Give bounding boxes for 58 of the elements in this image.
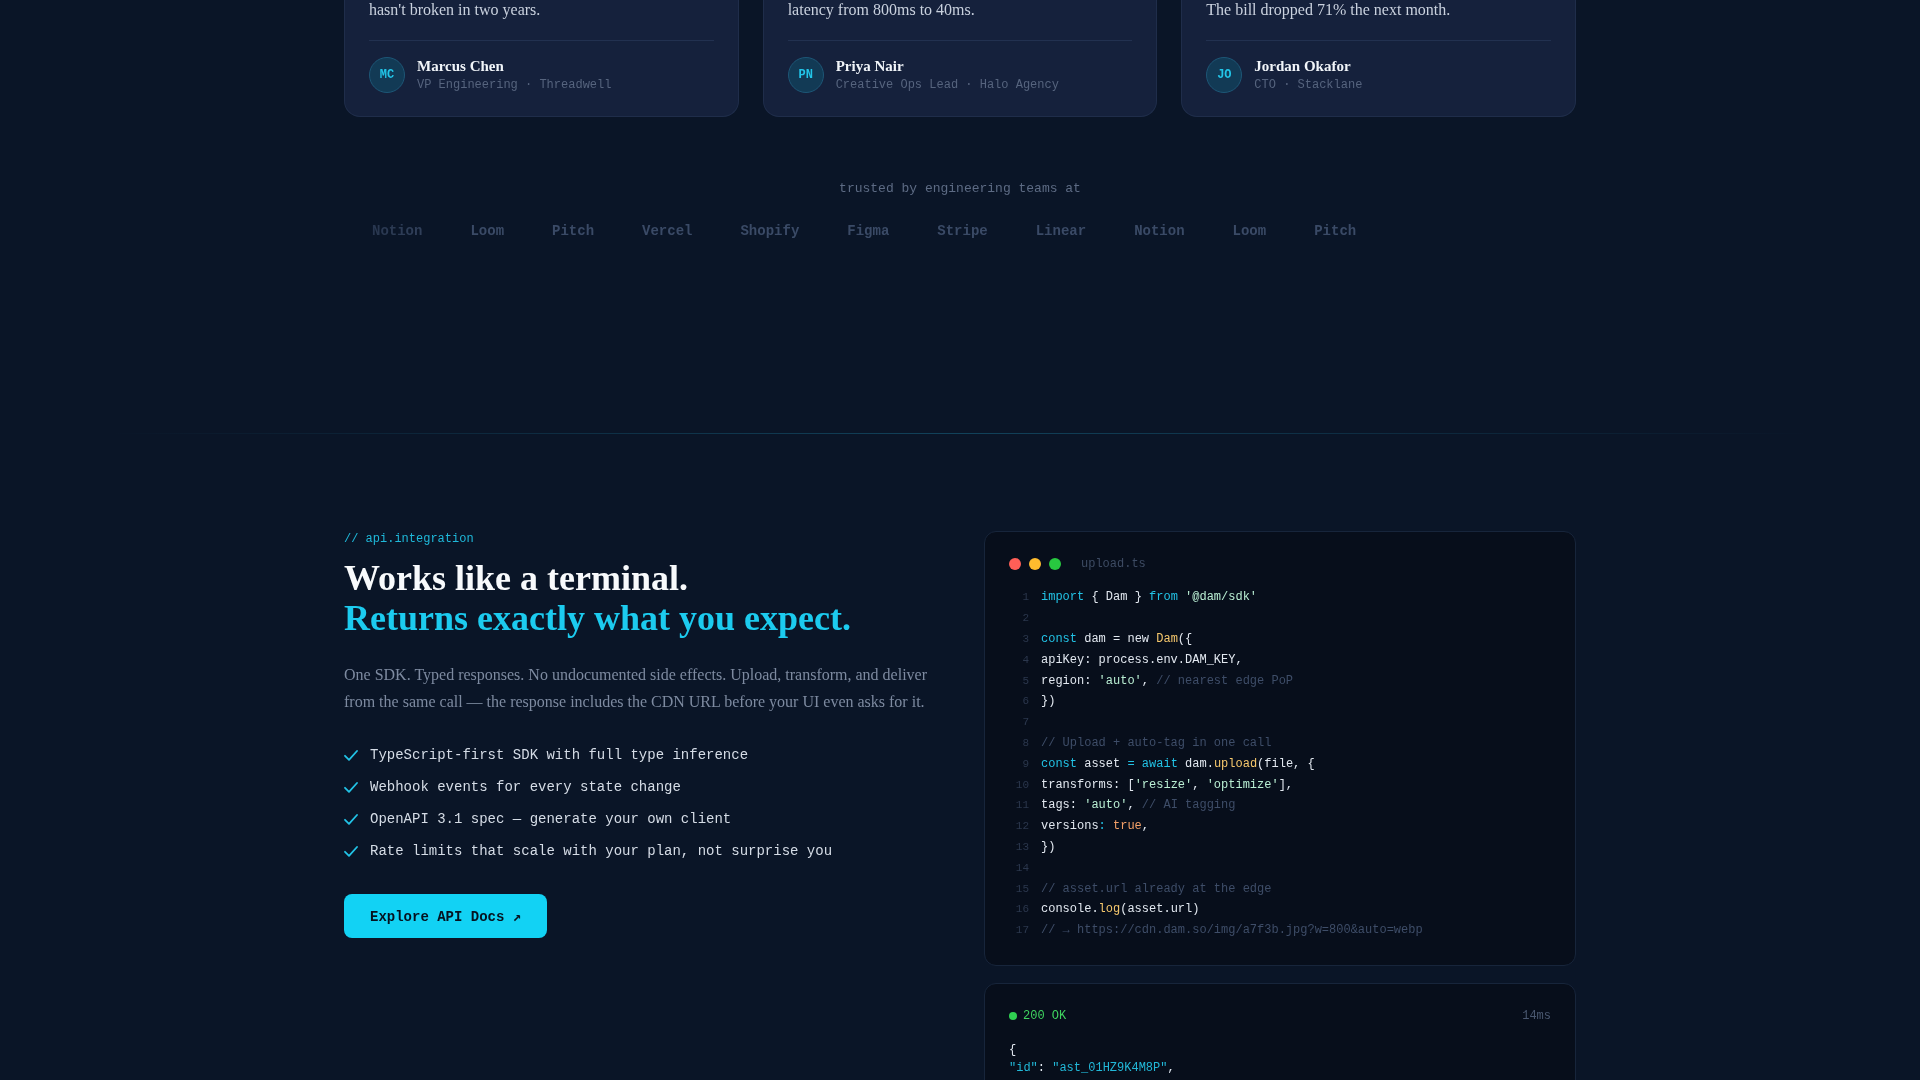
file-name: upload.ts [1081, 556, 1146, 573]
feature-text: Rate limits that scale with your plan, not surprise you [370, 842, 833, 861]
company-name: Linear [1035, 222, 1087, 241]
company-name: Shopify [740, 222, 800, 241]
code-line: // → https://cdn.dam.so/img/a7f3b.jpg?w=800&auto=webp [1041, 922, 1423, 940]
author-role: Creative Ops Lead · Halo Agency [835, 77, 1059, 93]
company-name: Loom [1232, 222, 1267, 241]
company-name: Pitch [1314, 222, 1357, 241]
json-line: { [1009, 1041, 1017, 1059]
check-icon [344, 813, 358, 825]
dot-icon [1029, 558, 1041, 570]
code-line: console.log(asset.url) [1041, 901, 1200, 919]
author-role: VP Engineering · Threadwell [417, 77, 612, 93]
status-text: 200 OK [1023, 1007, 1067, 1025]
code-line: transforms: ['resize', 'optimize'], [1041, 776, 1294, 794]
author-name: Jordan Okafor [1254, 57, 1351, 75]
company-name: Notion [1134, 222, 1185, 241]
company-name: Vercel [642, 222, 693, 241]
code-line: const dam = new Dam({ [1041, 631, 1193, 648]
section-heading: Works like a terminal. Returns exactly what you expect. [344, 558, 851, 638]
author-name: Marcus Chen [417, 57, 504, 75]
code-line: tags: 'auto', // AI tagging [1041, 797, 1236, 815]
dot-icon [1009, 558, 1021, 570]
response-time: 14ms [1522, 1007, 1551, 1025]
quote-text: hasn't broken in two years. [369, 0, 542, 20]
avatar: JO [1206, 57, 1243, 93]
code-line: // Upload + auto-tag in one call [1041, 734, 1272, 752]
check-icon [344, 781, 358, 793]
check-icon [344, 845, 358, 857]
avatar: PN [787, 57, 824, 93]
section-description: One SDK. Typed responses. No undocumented side effects. Upload, transform, and deliver from the same call — the response includes the CDN URL before your UI even asks for it. [344, 665, 929, 713]
trusted-by-label: trusted by engineering teams at [839, 181, 1081, 197]
feature-text: Webhook events for every state change [370, 778, 681, 797]
feature-text: OpenAPI 3.1 spec — generate your own client [370, 810, 732, 829]
feature-text: TypeScript-first SDK with full type inference [370, 746, 749, 765]
author-role: CTO · Stacklane [1254, 77, 1363, 93]
explore-docs-button[interactable]: Explore API Docs ↗ [344, 894, 548, 938]
code-line: region: 'auto', // nearest edge PoP [1041, 672, 1294, 690]
quote-text: The bill dropped 71% the next month. [1206, 0, 1452, 20]
dot-icon [1049, 558, 1061, 570]
code-line: versions: true, [1041, 818, 1150, 836]
check-icon [344, 749, 358, 761]
company-name: Stripe [937, 222, 988, 241]
status-dot-icon [1009, 1011, 1017, 1020]
company-name: Figma [847, 222, 890, 241]
quote-text: latency from 800ms to 40ms. [787, 0, 976, 20]
code-line: }) [1041, 693, 1056, 711]
company-name: Loom [470, 222, 505, 241]
code-line: import { Dam } from '@dam/sdk' [1041, 589, 1258, 607]
code-line: apiKey: process.env.DAM_KEY, [1041, 651, 1243, 669]
code-line: }) [1041, 838, 1056, 856]
company-name: Pitch [552, 222, 595, 241]
section-eyebrow: // api.integration [344, 531, 474, 547]
code-line: // asset.url already at the edge [1041, 880, 1272, 898]
json-line: "id": "ast_01HZ9K4M8P", [1009, 1060, 1175, 1078]
code-line: const asset = await dam.upload(file, { [1041, 755, 1315, 773]
author-name: Priya Nair [835, 57, 904, 75]
avatar: MC [369, 57, 405, 93]
